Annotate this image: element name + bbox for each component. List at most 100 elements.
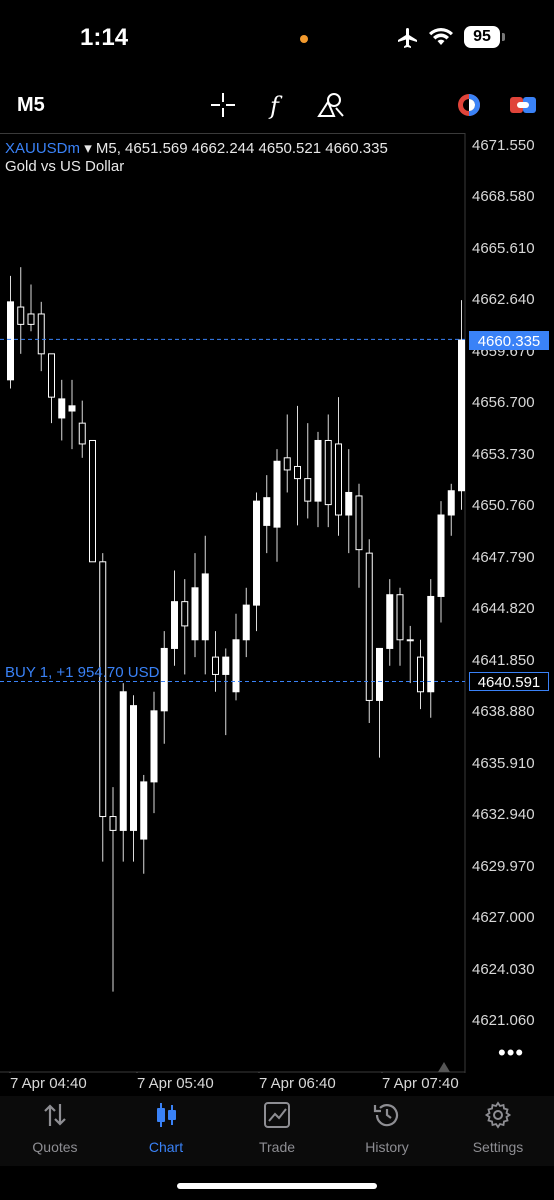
candle-body-down <box>324 439 332 506</box>
trade-icon <box>264 1102 290 1128</box>
candle <box>365 539 373 723</box>
candle-body-up <box>314 439 322 502</box>
candle-body-up <box>160 647 168 712</box>
home-indicator <box>177 1183 377 1189</box>
timeframe-button[interactable]: M5 <box>17 94 45 117</box>
new-order-icon[interactable] <box>508 90 538 120</box>
price-label: 4647.790 <box>472 548 535 566</box>
candle-body-down <box>396 594 404 641</box>
candle-body-down <box>27 313 35 325</box>
candle-body-down <box>37 313 45 355</box>
price-label: 4644.820 <box>472 600 535 618</box>
price-label: 4638.880 <box>472 703 535 721</box>
candle-body-down <box>304 478 312 502</box>
indicators-icon[interactable]: f <box>262 90 292 120</box>
symbol-name[interactable]: XAUUSDm <box>5 140 80 157</box>
candle-body-down <box>89 439 96 563</box>
tab-trade-label: Trade <box>258 1139 296 1155</box>
candle-body-up <box>242 604 250 641</box>
current-price-tag: 4660.335 <box>469 331 549 350</box>
candle-body-down <box>355 495 363 551</box>
tab-settings[interactable]: Settings <box>448 1100 548 1155</box>
buy-price-tag: 4640.591 <box>469 672 549 691</box>
tab-trade[interactable]: Trade <box>227 1100 327 1155</box>
candle-body-up <box>386 594 394 649</box>
candle-body-down <box>294 465 301 480</box>
candle-body-up <box>7 301 14 381</box>
candle-body-up <box>150 710 158 783</box>
status-time: 1:14 <box>80 24 129 51</box>
recording-dot <box>300 35 308 43</box>
price-label: 4629.970 <box>472 857 535 875</box>
candle-body-up <box>427 595 435 693</box>
gear-icon <box>484 1101 512 1129</box>
price-label: 4624.030 <box>472 960 535 978</box>
candle-body-up <box>171 601 178 649</box>
tab-chart-label: Chart <box>148 1139 184 1155</box>
candle-body-down <box>365 552 373 701</box>
price-label: 4671.550 <box>472 137 535 154</box>
price-label: 4635.910 <box>472 754 535 772</box>
candle-body-down <box>335 443 342 516</box>
symbol-description: Gold vs US Dollar <box>5 158 125 175</box>
price-label: 4641.850 <box>472 651 535 669</box>
time-label: 7 Apr 07:40 <box>382 1075 459 1092</box>
candle-body-up <box>140 781 148 840</box>
price-chart[interactable] <box>0 133 554 1073</box>
airplane-icon <box>398 28 417 48</box>
more-options-button[interactable]: ••• <box>498 1040 524 1066</box>
time-label: 7 Apr 04:40 <box>10 1075 87 1092</box>
candle-body-down <box>17 306 25 325</box>
buy-position-label[interactable]: BUY 1, +1 954.70 USD <box>5 664 159 681</box>
tab-history-label: History <box>365 1139 409 1155</box>
status-bar: 1:14 95 <box>0 0 554 80</box>
chart-background <box>0 133 465 1073</box>
time-label: 7 Apr 06:40 <box>259 1075 336 1092</box>
candle-body-down <box>212 656 219 675</box>
candle-body-down <box>109 816 117 831</box>
candle-body-up <box>232 639 240 693</box>
candle <box>89 439 96 563</box>
candle-body-up <box>263 497 271 526</box>
price-label: 4632.940 <box>472 806 535 824</box>
candle-body-up <box>119 691 127 831</box>
candle-body-down <box>181 601 189 627</box>
scroll-to-end-icon[interactable] <box>438 1062 450 1072</box>
price-label: 4665.610 <box>472 239 535 257</box>
candle-body-up <box>130 705 137 831</box>
candle-body-down <box>417 656 424 693</box>
candle-body-up <box>345 491 353 516</box>
tab-chart[interactable]: Chart <box>116 1100 216 1155</box>
tab-settings-label: Settings <box>472 1139 524 1155</box>
svg-text:f: f <box>268 92 283 120</box>
quotes-icon <box>44 1104 66 1126</box>
candle-body-up <box>447 490 455 516</box>
one-click-trading-icon[interactable] <box>454 90 484 120</box>
tab-history[interactable]: History <box>337 1100 437 1155</box>
history-icon <box>373 1104 399 1127</box>
price-label: 4662.640 <box>472 291 535 309</box>
tab-quotes-label: Quotes <box>32 1139 78 1155</box>
price-label: 4653.730 <box>472 445 535 463</box>
objects-icon[interactable] <box>316 90 346 120</box>
wifi-icon <box>429 28 453 45</box>
battery-tip <box>502 33 505 41</box>
candle-body-up <box>273 460 281 528</box>
candle-body-down <box>99 561 107 818</box>
crosshair-icon[interactable] <box>208 90 238 120</box>
candle-body-up <box>458 339 465 492</box>
price-label: 4668.580 <box>472 188 535 206</box>
candle-body-up <box>222 656 230 675</box>
chart-header: XAUUSDm ▾ M5, 4651.569 4662.244 4650.521… <box>5 139 388 157</box>
price-label: 4627.000 <box>472 909 535 927</box>
price-label: 4621.060 <box>472 1012 535 1029</box>
candle-body-up <box>68 405 76 412</box>
time-label: 7 Apr 05:40 <box>137 1075 214 1092</box>
candle-body-up <box>191 587 199 641</box>
tab-quotes[interactable]: Quotes <box>5 1100 105 1155</box>
candle-body-down <box>78 422 86 445</box>
ohlc-values: ▾ M5, 4651.569 4662.244 4650.521 4660.33… <box>84 140 388 157</box>
candle-body-up <box>406 639 414 642</box>
candle-body-up <box>376 647 383 701</box>
price-label: 4656.700 <box>472 394 535 412</box>
